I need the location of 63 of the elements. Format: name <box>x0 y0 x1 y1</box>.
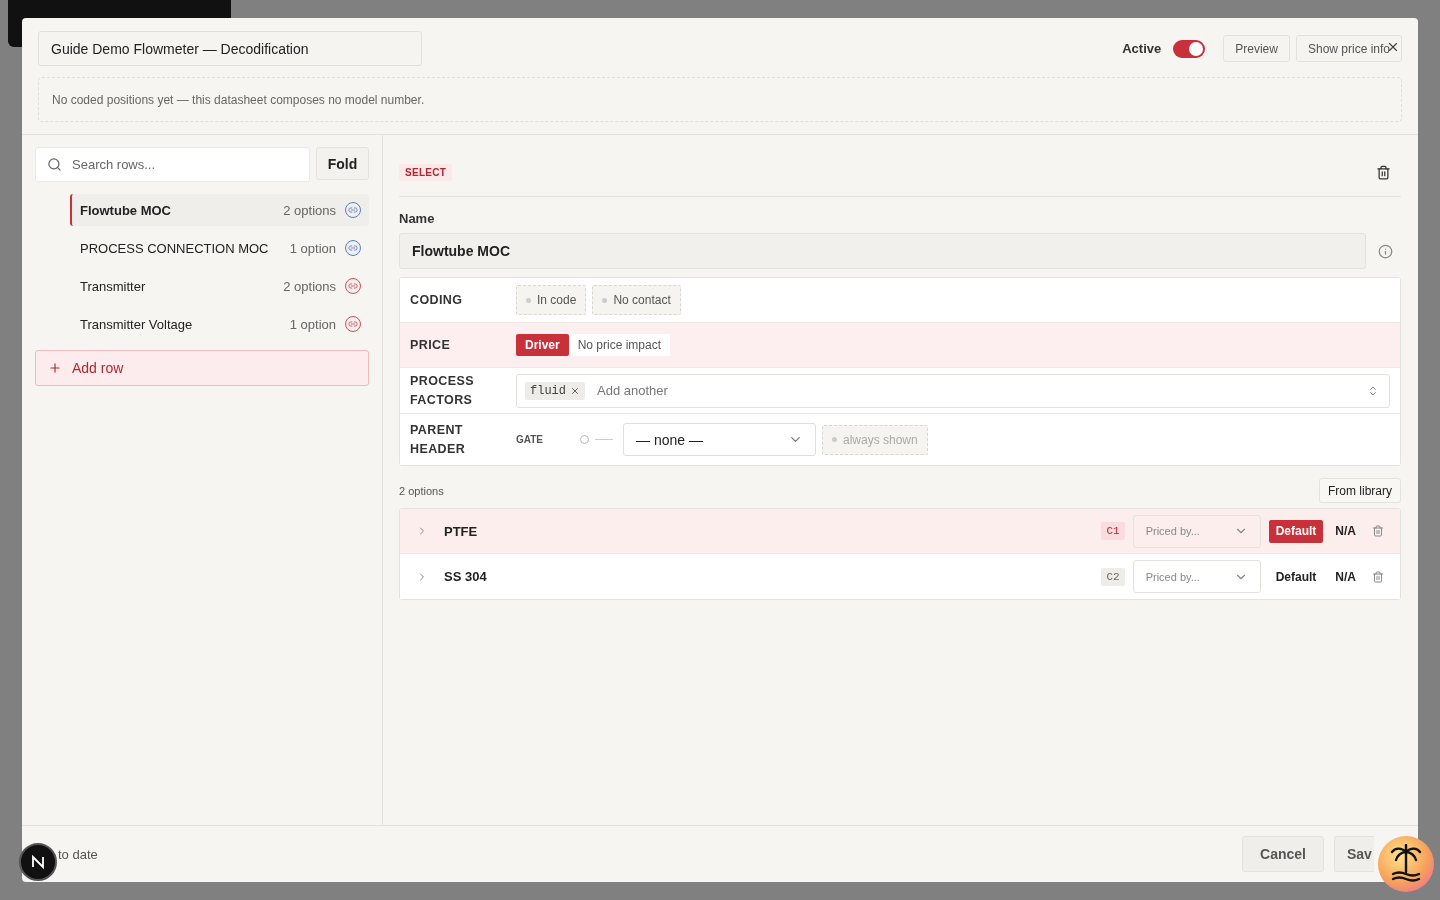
preview-button[interactable]: Preview <box>1223 35 1290 62</box>
option-price: N/A <box>1335 524 1356 538</box>
from-library-button[interactable]: From library <box>1319 478 1401 503</box>
name-label: Name <box>399 211 436 226</box>
option-code: C1 <box>1101 522 1125 540</box>
link-icon[interactable] <box>345 278 361 294</box>
row-item[interactable]: Transmitter 2 options <box>70 270 369 302</box>
property-label: PROCESS FACTORS <box>410 372 475 409</box>
row-item[interactable]: Transmitter Voltage 1 option <box>70 308 369 340</box>
updown-icon <box>1367 384 1379 397</box>
default-button[interactable]: Default <box>1268 519 1324 543</box>
active-label: Active <box>1122 41 1162 56</box>
property-label: CODING <box>410 291 464 309</box>
gate-label: GATE <box>516 434 545 445</box>
delete-icon[interactable] <box>1376 165 1391 180</box>
add-row-button[interactable]: Add row <box>35 350 369 386</box>
row-count: 2 options <box>283 202 336 218</box>
options-count: 2 options <box>399 484 444 497</box>
remove-icon[interactable] <box>570 385 580 396</box>
fold-button[interactable]: Fold <box>316 147 369 180</box>
row-name: Transmitter <box>80 278 147 294</box>
option-name: PTFE <box>444 523 479 539</box>
price-choice[interactable]: Driver <box>516 334 569 356</box>
link-icon[interactable] <box>345 240 361 256</box>
option-price: N/A <box>1335 569 1356 584</box>
search-field[interactable]: Search rows... <box>35 147 310 182</box>
title-field[interactable]: Guide Demo Flowmeter — Decodification <box>38 31 422 66</box>
coding-chip[interactable]: No contact <box>592 285 681 315</box>
notice-text: No coded positions yet — this datasheet composes no model number. <box>52 92 425 107</box>
property-label: PRICE <box>410 336 452 354</box>
plus-icon <box>48 361 62 375</box>
link-icon[interactable] <box>345 202 361 218</box>
link-icon[interactable] <box>345 316 361 332</box>
row-count: 1 option <box>289 316 336 332</box>
active-toggle[interactable] <box>1173 39 1206 58</box>
name-field[interactable]: Flowtube MOC <box>399 233 1366 269</box>
price-info-button[interactable]: Show price info <box>1295 35 1402 62</box>
default-button[interactable]: Default <box>1268 565 1324 588</box>
save-button[interactable]: Sav <box>1334 836 1374 872</box>
palm-tree-badge[interactable] <box>1378 836 1434 892</box>
priced-by-select[interactable]: Priced by... <box>1132 560 1261 593</box>
always-shown-chip: always shown <box>822 424 928 455</box>
row-name: Transmitter Voltage <box>80 316 194 332</box>
price-choice[interactable]: No price impact <box>568 334 671 356</box>
cancel-button[interactable]: Cancel <box>1242 836 1324 872</box>
type-tag: SELECT <box>399 164 453 181</box>
parent-select[interactable]: — none — <box>623 423 816 456</box>
option-row[interactable]: PTFE C1 Priced by... Default N/A <box>400 509 1400 554</box>
option-code: C2 <box>1101 567 1125 586</box>
factor-tag[interactable]: fluid <box>525 381 585 400</box>
coding-chip[interactable]: In code <box>516 285 587 315</box>
row-item[interactable]: PROCESS CONNECTION MOC 1 option <box>70 232 369 264</box>
info-icon[interactable] <box>1378 243 1393 259</box>
row-name: Flowtube MOC <box>80 202 172 218</box>
option-name: SS 304 <box>444 569 488 584</box>
row-item[interactable]: Flowtube MOC 2 options <box>70 194 369 226</box>
status-text: to date <box>58 846 98 862</box>
row-name: PROCESS CONNECTION MOC <box>80 240 270 256</box>
factors-field[interactable]: fluid Add another <box>516 373 1390 408</box>
property-label: PARENT HEADER <box>410 421 467 458</box>
row-count: 1 option <box>289 240 336 256</box>
row-count: 2 options <box>283 278 336 294</box>
search-icon <box>47 157 62 172</box>
